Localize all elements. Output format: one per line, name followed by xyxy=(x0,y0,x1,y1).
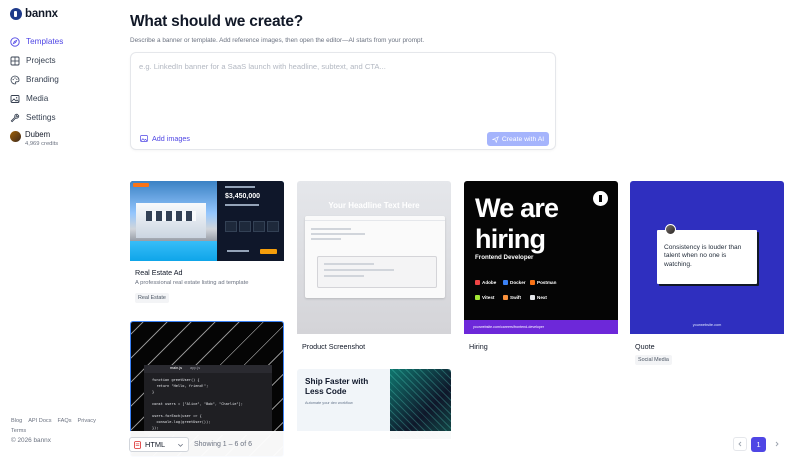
prompt-box: Add images Create with AI xyxy=(130,52,556,150)
image-icon xyxy=(140,135,148,142)
image-icon xyxy=(10,94,20,104)
copyright: © 2026 bannx xyxy=(11,437,51,444)
thumb-role: Frontend Developer xyxy=(475,254,534,261)
template-name: Product Screenshot xyxy=(302,342,366,351)
template-thumbnail: $3,450,000 xyxy=(130,181,284,261)
template-tag: Social Media xyxy=(635,355,672,365)
footer-link-privacy[interactable]: Privacy xyxy=(78,418,96,424)
thumb-subtext: Automate your dev workflow xyxy=(305,401,353,405)
format-select-value: HTML xyxy=(145,440,166,449)
user-name: Dubem xyxy=(25,130,51,139)
brand-logo[interactable]: bannx xyxy=(10,8,58,20)
house-image xyxy=(136,203,206,238)
footer-link-terms[interactable]: Terms xyxy=(11,428,26,434)
template-name: Real Estate Ad xyxy=(135,268,183,277)
thumb-price: $3,450,000 xyxy=(225,193,261,200)
thumb-quote: Consistency is louder than talent when n… xyxy=(657,230,757,284)
avatar xyxy=(10,131,21,142)
company-logo-icon xyxy=(593,191,608,206)
sidebar: bannx Templates Projects Branding Media … xyxy=(0,0,110,457)
template-card-quote[interactable]: Consistency is louder than talent when n… xyxy=(630,181,784,366)
wrench-icon xyxy=(10,113,20,123)
sidebar-item-label: Media xyxy=(26,94,49,103)
template-thumbnail: Consistency is louder than talent when n… xyxy=(630,181,784,334)
sidebar-item-templates[interactable]: Templates xyxy=(10,32,63,51)
palette-icon xyxy=(10,75,20,85)
chevron-right-icon xyxy=(775,441,779,447)
circuit-image xyxy=(390,369,451,439)
user-profile[interactable]: Dubem 4,969 credits xyxy=(10,130,58,147)
editor-window: main.js app.js function greetUser() { re… xyxy=(144,365,272,435)
pool-image xyxy=(130,241,220,261)
sidebar-item-label: Settings xyxy=(26,113,56,122)
avatar xyxy=(665,224,676,235)
template-tag: Real Estate xyxy=(135,293,169,303)
tech-item: Vitest xyxy=(475,295,494,300)
editor-tab: main.js xyxy=(170,366,183,370)
template-card-hiring[interactable]: We are hiring Frontend Developer Adobe D… xyxy=(464,181,618,356)
thumb-url: yourwebsite.com xyxy=(692,323,722,327)
bannx-logo-icon xyxy=(10,8,22,20)
bottom-bar: HTML Showing 1 – 6 of 6 1 xyxy=(110,431,800,457)
create-with-ai-label: Create with AI xyxy=(501,135,545,143)
sidebar-item-projects[interactable]: Projects xyxy=(10,51,63,70)
tech-item: Swift xyxy=(503,295,521,300)
footer-links: Blog API Docs FAQs Privacy Terms xyxy=(11,416,111,436)
tech-item: Postman xyxy=(530,280,556,285)
template-name: Quote xyxy=(635,342,655,351)
footer-link-faqs[interactable]: FAQs xyxy=(58,418,72,424)
create-with-ai-button[interactable]: Create with AI xyxy=(487,132,549,146)
chevron-left-icon xyxy=(738,441,742,447)
format-select[interactable]: HTML xyxy=(129,437,189,452)
sidebar-item-label: Branding xyxy=(26,75,59,84)
footer-link-blog[interactable]: Blog xyxy=(11,418,22,424)
sidebar-item-label: Projects xyxy=(26,56,56,65)
template-card-real-estate[interactable]: $3,450,000 Real Estate Ad A professional… xyxy=(130,181,284,306)
brand-name: bannx xyxy=(25,8,58,20)
thumb-headline: Your Headline Text Here xyxy=(328,201,420,210)
sidebar-item-settings[interactable]: Settings xyxy=(10,108,63,127)
results-count: Showing 1 – 6 of 6 xyxy=(194,441,252,448)
tech-item: Next xyxy=(530,295,547,300)
page-title: What should we create? xyxy=(130,13,304,30)
tech-item: Docker xyxy=(503,280,526,285)
sidebar-item-media[interactable]: Media xyxy=(10,89,63,108)
tech-item: Adobe xyxy=(475,280,496,285)
template-card-product-screenshot[interactable]: Your Headline Text Here Product Screensh… xyxy=(297,181,451,356)
app-root: bannx Templates Projects Branding Media … xyxy=(0,0,800,457)
prompt-input[interactable] xyxy=(139,62,544,71)
add-images-button[interactable]: Add images xyxy=(140,134,190,143)
sidebar-item-branding[interactable]: Branding xyxy=(10,70,63,89)
grid-icon xyxy=(10,56,20,66)
page-subtitle: Describe a banner or template. Add refer… xyxy=(130,37,425,44)
prev-page-button[interactable] xyxy=(733,437,747,451)
sidebar-item-label: Templates xyxy=(26,37,64,46)
chevron-down-icon xyxy=(178,443,183,447)
add-images-label: Add images xyxy=(152,134,190,143)
code-snippet: function greetUser() { return "Hello, fr… xyxy=(152,378,243,430)
editor-tab: app.js xyxy=(190,366,201,370)
template-thumbnail: Your Headline Text Here xyxy=(297,181,451,334)
next-page-button[interactable] xyxy=(770,437,784,451)
credits-count: 4,969 credits xyxy=(25,141,59,147)
template-description: A professional real estate listing ad te… xyxy=(135,280,249,286)
thumb-headline: Ship Faster with Less Code xyxy=(305,377,369,396)
footer-link-api-docs[interactable]: API Docs xyxy=(28,418,51,424)
page-number-current[interactable]: 1 xyxy=(751,437,766,452)
template-thumbnail: We are hiring Frontend Developer Adobe D… xyxy=(464,181,618,334)
thumb-url: yourwebsite.com/careers/frontend-develop… xyxy=(464,320,618,334)
template-name: Hiring xyxy=(469,342,488,351)
compass-icon xyxy=(10,36,20,47)
html-file-icon xyxy=(134,440,141,449)
send-icon xyxy=(491,135,499,143)
sidebar-nav: Templates Projects Branding Media Settin… xyxy=(10,32,63,127)
